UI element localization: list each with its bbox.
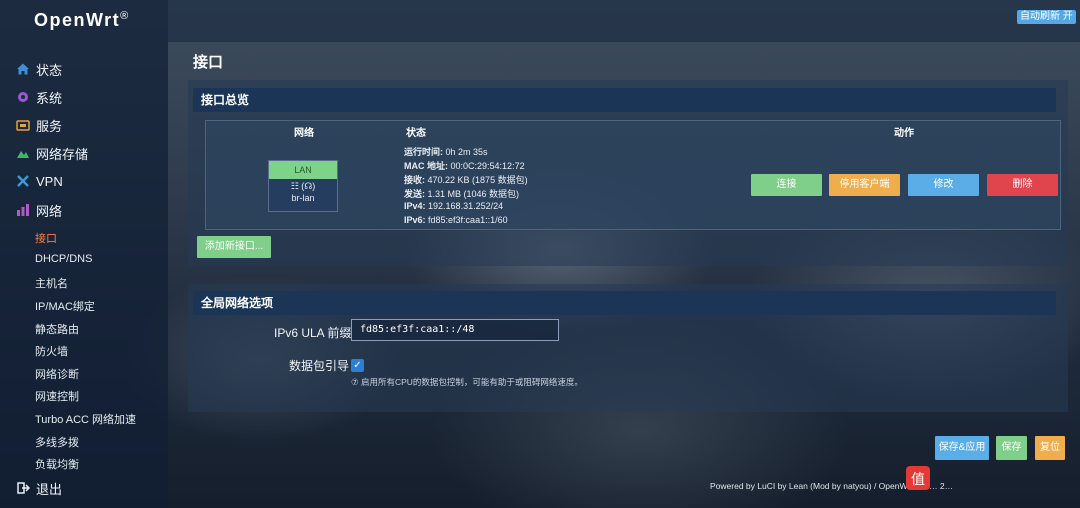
status-key: IPv6: — [404, 215, 426, 225]
packet-steering-label: 数据包引导 — [289, 359, 350, 373]
sidebar-subitem-multiwan[interactable]: 多线多拨 — [35, 434, 79, 450]
status-tx: 发送: 1.31 MB (1046 数据包) — [404, 187, 519, 200]
logout-icon — [17, 482, 30, 494]
ula-prefix-input[interactable]: fd85:ef3f:caa1::/48 — [351, 319, 559, 341]
gear-icon — [18, 92, 28, 102]
sidebar-subitem-dhcp-dns[interactable]: DHCP/DNS — [35, 253, 92, 265]
storage-icon — [17, 151, 29, 158]
briefcase-icon — [16, 120, 30, 131]
status-value: 0h 2m 35s — [445, 147, 488, 157]
svg-text:值: 值 — [911, 472, 925, 488]
status-ipv4: IPv4: 192.168.31.252/24 — [404, 201, 503, 211]
overview-heading: 接口总览 — [193, 88, 1056, 112]
packet-steering-checkbox[interactable]: ✓ — [351, 359, 364, 372]
sidebar-item-label: 系统 — [36, 90, 63, 106]
save-button[interactable]: 保存 — [996, 436, 1027, 460]
brand-mark: ® — [120, 10, 130, 22]
sidebar-item-services[interactable]: 服务 — [16, 114, 62, 136]
sidebar-subitem-hostnames[interactable]: 主机名 — [35, 275, 68, 291]
column-header-actions: 动作 — [894, 128, 914, 139]
status-rx: 接收: 470.22 KB (1875 数据包) — [404, 173, 528, 186]
status-mac: MAC 地址: 00:0C:29:54:12:72 — [404, 159, 525, 172]
logout-button[interactable]: 退出 — [16, 477, 62, 499]
stop-button[interactable]: 停用客户端 — [829, 174, 900, 196]
packet-steering-hint: ⑦ 启用所有CPU的数据包控制，可能有助于或阻碍网络速度。 — [351, 377, 583, 387]
sidebar-item-label: 网络存储 — [36, 146, 89, 162]
sidebar-subitem-turbo-acc[interactable]: Turbo ACC 网络加速 — [35, 411, 136, 427]
ula-label: IPv6 ULA 前缀 — [274, 326, 352, 340]
column-header-network: 网络 — [294, 128, 314, 139]
sidebar-item-network[interactable]: 网络 — [16, 199, 62, 221]
sidebar-item-vpn[interactable]: VPN — [16, 170, 63, 192]
global-heading: 全局网络选项 — [193, 291, 1056, 315]
sidebar-item-label: VPN — [36, 173, 63, 189]
sidebar-item-label: 状态 — [36, 62, 63, 78]
status-value: 470.22 KB (1875 数据包) — [427, 175, 528, 185]
home-icon — [17, 63, 29, 75]
status-ipv6: IPv6: fd85:ef3f:caa1::1/60 — [404, 215, 508, 225]
status-value: fd85:ef3f:caa1::1/60 — [428, 215, 508, 225]
reset-button[interactable]: 复位 — [1035, 436, 1065, 460]
sidebar-item-label: 服务 — [36, 118, 63, 134]
status-key: 发送: — [404, 189, 425, 199]
auto-refresh-toggle[interactable]: 自动刷新 开 — [1017, 10, 1076, 24]
sidebar: OpenWrt® 状态 系统 服务 网络存储 VPN 网络 接口 DHCP/DN… — [0, 0, 168, 508]
save-apply-button[interactable]: 保存&应用 — [935, 436, 989, 460]
sidebar-subitem-ip-mac-bind[interactable]: IP/MAC绑定 — [35, 298, 95, 314]
page-title: 接口 — [193, 54, 224, 71]
sidebar-subitem-firewall[interactable]: 防火墙 — [35, 343, 68, 359]
status-uptime: 运行时间: 0h 2m 35s — [404, 145, 488, 158]
network-icon — [17, 204, 29, 216]
column-header-status: 状态 — [406, 128, 426, 139]
watermark-logo: 值 — [906, 466, 930, 490]
brand-name: OpenWrt — [34, 10, 121, 30]
add-interface-button[interactable]: 添加新接口... — [197, 236, 271, 258]
sidebar-item-storage[interactable]: 网络存储 — [16, 142, 88, 164]
status-key: MAC 地址: — [404, 161, 448, 171]
vpn-icon — [17, 175, 29, 187]
interface-name: LAN — [269, 161, 337, 179]
sidebar-subitem-load-balance[interactable]: 负载均衡 — [35, 456, 79, 472]
interface-device: br-lan — [291, 193, 315, 203]
sidebar-item-label: 网络 — [36, 203, 63, 219]
status-key: 接收: — [404, 175, 425, 185]
sidebar-item-status[interactable]: 状态 — [16, 58, 62, 80]
sidebar-subitem-interfaces[interactable]: 接口 — [35, 230, 57, 246]
interface-badge: LAN ☷ (☊) br-lan — [268, 160, 338, 212]
status-key: IPv4: — [404, 201, 426, 211]
connect-button[interactable]: 连接 — [751, 174, 822, 196]
top-bar — [168, 0, 1080, 42]
sidebar-subitem-diagnostics[interactable]: 网络诊断 — [35, 366, 79, 382]
delete-button[interactable]: 删除 — [987, 174, 1058, 196]
logout-label: 退出 — [36, 481, 63, 497]
status-value: 1.31 MB (1046 数据包) — [427, 189, 520, 199]
status-value: 00:0C:29:54:12:72 — [450, 161, 525, 171]
sidebar-subitem-speed-control[interactable]: 网速控制 — [35, 388, 79, 404]
sidebar-subitem-static-routes[interactable]: 静态路由 — [35, 321, 79, 337]
status-value: 192.168.31.252/24 — [428, 201, 504, 211]
sidebar-item-system[interactable]: 系统 — [16, 86, 62, 108]
port-icon: ☷ (☊) — [290, 181, 316, 191]
brand-logo[interactable]: OpenWrt® — [34, 10, 130, 31]
edit-button[interactable]: 修改 — [908, 174, 979, 196]
status-key: 运行时间: — [404, 147, 443, 157]
